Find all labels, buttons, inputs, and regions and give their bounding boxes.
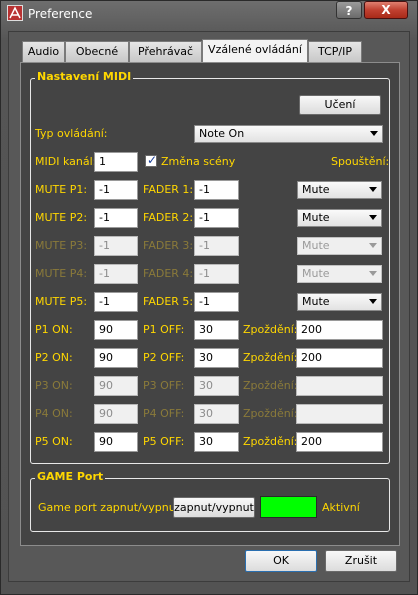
mute-p1-input[interactable]: -1: [94, 180, 138, 200]
fader-2-label: FADER 2:: [143, 211, 194, 224]
p3-off-label: P3 OFF:: [143, 379, 185, 392]
trigger-1-select[interactable]: Mute: [297, 181, 382, 199]
mute-p2-input[interactable]: -1: [94, 208, 138, 228]
trigger-4-select: Mute: [297, 265, 382, 283]
p2-off-label: P2 OFF:: [143, 351, 185, 364]
mute-p4-label: MUTE P4:: [35, 267, 88, 280]
fader-1-input[interactable]: -1: [194, 180, 239, 200]
p3-on-input: 90: [94, 376, 138, 396]
tab-tcp-ip[interactable]: TCP/IP: [308, 41, 362, 62]
chevron-down-icon: [369, 243, 377, 248]
trigger-2-value: Mute: [302, 211, 330, 224]
game-port-group-title: GAME Port: [35, 470, 106, 483]
game-port-status-label: Aktivní: [322, 501, 360, 514]
p1-off-input[interactable]: 30: [194, 320, 239, 340]
trigger-label: Spouštění:: [331, 155, 390, 168]
p5-delay-label: Zpoždění:: [243, 435, 298, 448]
tab-player[interactable]: Přehrávač: [129, 41, 202, 62]
p4-delay-input: [296, 404, 383, 424]
trigger-3-value: Mute: [302, 239, 330, 252]
p3-delay-input: [296, 376, 383, 396]
p3-off-input: 30: [194, 376, 239, 396]
control-type-value: Note On: [199, 127, 245, 140]
chevron-down-icon: [369, 215, 377, 220]
game-port-toggle-label: Game port zapnut/vypnut:: [38, 501, 184, 514]
scene-change-label: Změna scény: [161, 155, 236, 168]
fader-1-label: FADER 1:: [143, 183, 194, 196]
mute-p2-label: MUTE P2:: [35, 211, 88, 224]
trigger-3-select: Mute: [297, 237, 382, 255]
learn-button[interactable]: Učení: [299, 95, 381, 115]
p1-off-label: P1 OFF:: [143, 323, 185, 336]
p2-off-input[interactable]: 30: [194, 348, 239, 368]
p2-delay-input[interactable]: 200: [296, 348, 383, 368]
chevron-down-icon: [369, 271, 377, 276]
p4-off-label: P4 OFF:: [143, 407, 185, 420]
scene-change-checkbox[interactable]: ✓: [145, 153, 158, 167]
p1-delay-label: Zpoždění:: [243, 323, 298, 336]
p4-on-label: P4 ON:: [35, 407, 73, 420]
mute-p5-label: MUTE P5:: [35, 295, 88, 308]
fader-3-input: -1: [194, 236, 239, 256]
tab-general[interactable]: Obecné: [65, 41, 129, 62]
fader-4-input: -1: [194, 264, 239, 284]
p1-delay-input[interactable]: 200: [296, 320, 383, 340]
p5-delay-input[interactable]: 200: [296, 432, 383, 452]
trigger-5-select[interactable]: Mute: [297, 293, 382, 311]
fader-2-input[interactable]: -1: [194, 208, 239, 228]
trigger-2-select[interactable]: Mute: [297, 209, 382, 227]
mute-p5-input[interactable]: -1: [94, 292, 138, 312]
window-title: Preference: [28, 7, 93, 21]
p1-on-input[interactable]: 90: [94, 320, 138, 340]
chevron-down-icon: [369, 299, 377, 304]
fader-5-input[interactable]: -1: [194, 292, 239, 312]
p5-off-label: P5 OFF:: [143, 435, 185, 448]
p3-on-label: P3 ON:: [35, 379, 73, 392]
p4-off-input: 30: [194, 404, 239, 424]
control-type-select[interactable]: Note On: [194, 125, 383, 143]
p2-delay-label: Zpoždění:: [243, 351, 298, 364]
fader-3-label: FADER 3:: [143, 239, 194, 252]
fader-4-label: FADER 4:: [143, 267, 194, 280]
tab-remote-control[interactable]: Vzálené ovládání: [202, 39, 308, 63]
p5-on-label: P5 ON:: [35, 435, 73, 448]
midi-channel-label: MIDI kanál:: [35, 155, 97, 168]
control-type-label: Typ ovládání:: [35, 127, 108, 140]
chevron-down-icon: [369, 187, 377, 192]
title-bar: Preference ? X: [0, 0, 418, 28]
game-port-toggle-button[interactable]: zapnut/vypnut: [173, 497, 255, 518]
chevron-down-icon: [370, 131, 378, 136]
cancel-button[interactable]: Zrušit: [325, 550, 397, 572]
midi-channel-input[interactable]: 1: [94, 152, 138, 172]
p1-on-label: P1 ON:: [35, 323, 73, 336]
p2-on-input[interactable]: 90: [94, 348, 138, 368]
p5-off-input[interactable]: 30: [194, 432, 239, 452]
p3-delay-label: Zpoždění:: [243, 379, 298, 392]
checkmark-icon: ✓: [147, 153, 158, 167]
trigger-4-value: Mute: [302, 267, 330, 280]
mute-p3-input: -1: [94, 236, 138, 256]
app-icon: [7, 5, 23, 21]
tab-audio[interactable]: Audio: [22, 41, 65, 62]
p4-on-input: 90: [94, 404, 138, 424]
mute-p3-label: MUTE P3:: [35, 239, 88, 252]
trigger-5-value: Mute: [302, 295, 330, 308]
p5-on-input[interactable]: 90: [94, 432, 138, 452]
mute-p4-input: -1: [94, 264, 138, 284]
close-button[interactable]: X: [364, 1, 408, 19]
p4-delay-label: Zpoždění:: [243, 407, 298, 420]
midi-group-title: Nastavení MIDI: [35, 70, 134, 83]
mute-p1-label: MUTE P1:: [35, 183, 88, 196]
help-button[interactable]: ?: [336, 1, 362, 19]
fader-5-label: FADER 5:: [143, 295, 194, 308]
trigger-1-value: Mute: [302, 183, 330, 196]
ok-button[interactable]: OK: [245, 550, 317, 572]
game-port-status-indicator: [260, 496, 317, 518]
p2-on-label: P2 ON:: [35, 351, 73, 364]
